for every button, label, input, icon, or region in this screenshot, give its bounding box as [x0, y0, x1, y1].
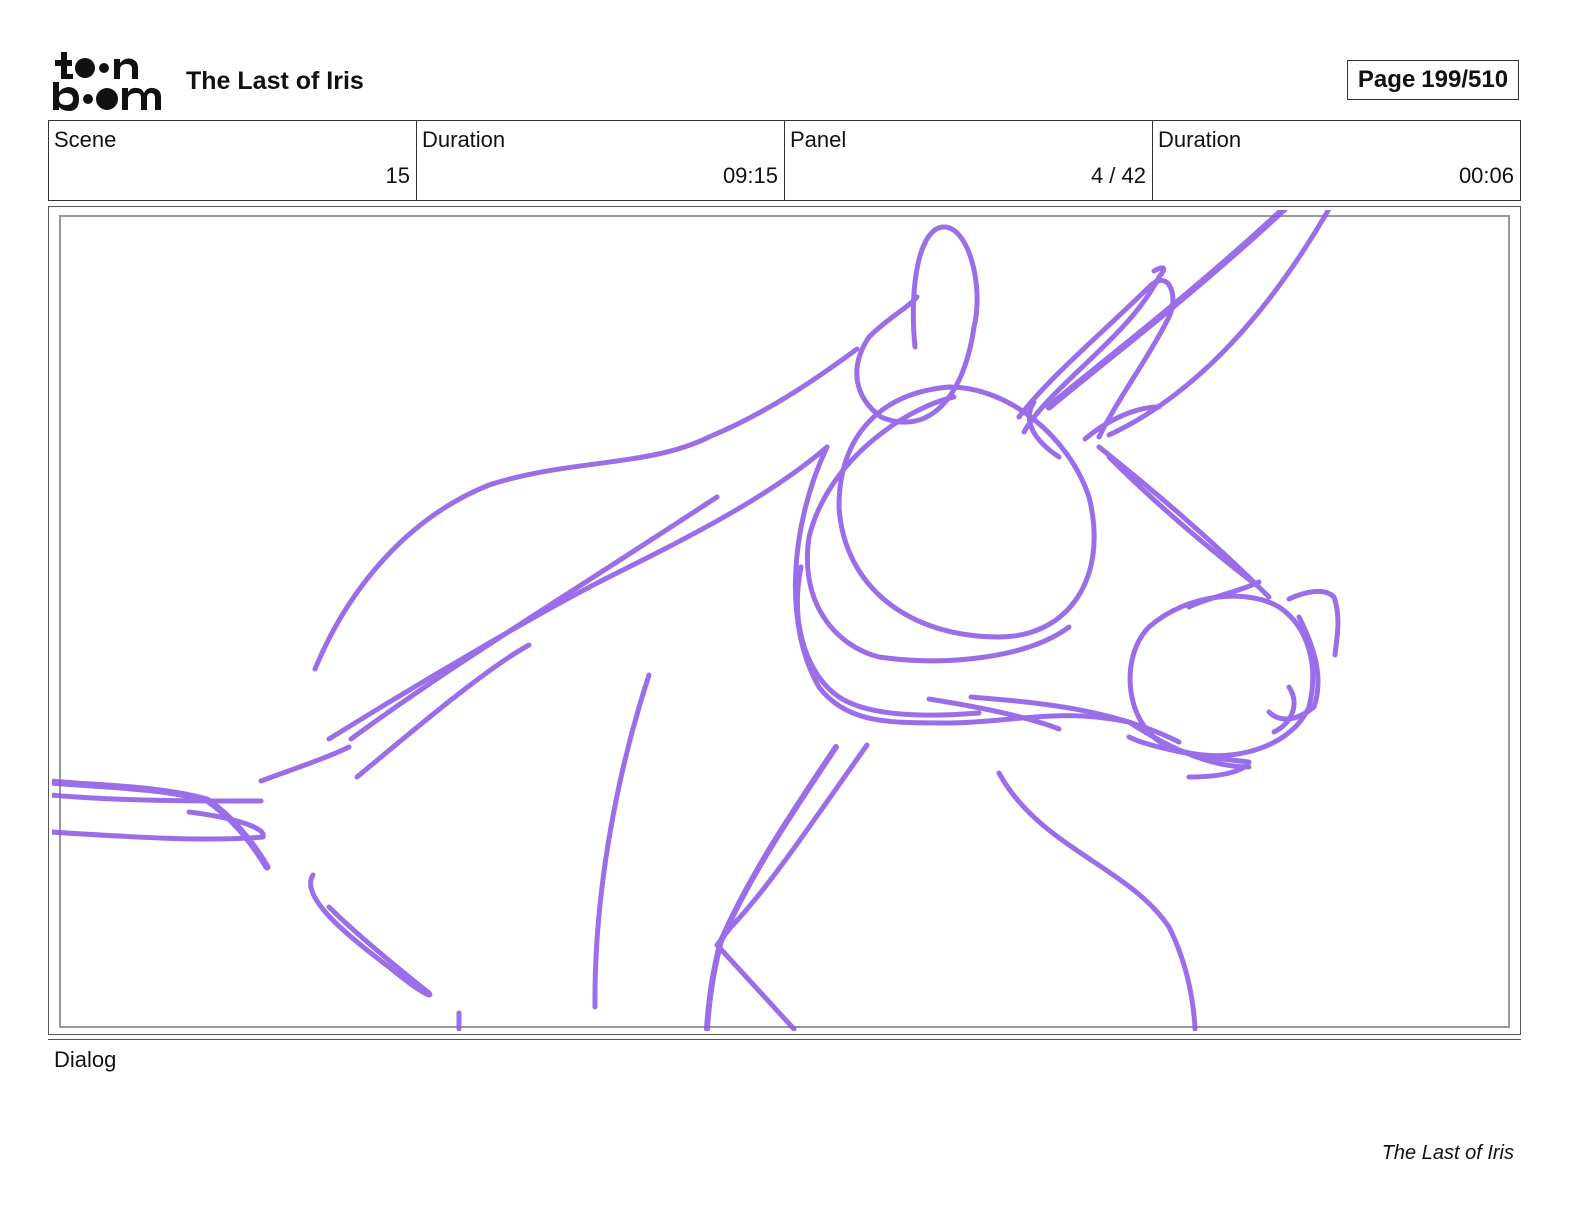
panel-label: Panel: [790, 127, 847, 152]
panel-cell: Panel 4 / 42: [785, 121, 1153, 200]
page-label: Page: [1357, 66, 1416, 93]
scene-duration-label: Duration: [422, 127, 506, 152]
horse-head-sketch-icon: [52, 210, 1510, 1031]
panel-duration-value: 00:06: [1458, 163, 1514, 188]
scene-duration-value: 09:15: [722, 163, 778, 188]
panel-duration-label: Duration: [1158, 127, 1242, 152]
page-value: 199/510: [1421, 66, 1509, 93]
panel-duration-cell: Duration 00:06: [1153, 121, 1520, 200]
scene-cell: Scene 15: [49, 121, 417, 200]
toonboom-logo-icon: [52, 52, 164, 112]
panel-value: 4 / 42: [1090, 163, 1146, 188]
scene-duration-cell: Duration 09:15: [417, 121, 785, 200]
scene-value: 15: [385, 163, 410, 188]
footer-title: The Last of Iris: [1381, 1142, 1514, 1164]
safe-area-frame: [59, 215, 1510, 1028]
panel-info-table: Scene 15 Duration 09:15 Panel 4 / 42 Dur…: [48, 120, 1521, 201]
dialog-divider: [48, 1039, 1521, 1040]
storyboard-panel: [48, 206, 1521, 1035]
dialog-label: Dialog: [54, 1047, 117, 1072]
page-indicator: Page 199/510: [1347, 60, 1519, 100]
scene-label: Scene: [54, 127, 117, 152]
project-title: The Last of Iris: [186, 67, 364, 95]
